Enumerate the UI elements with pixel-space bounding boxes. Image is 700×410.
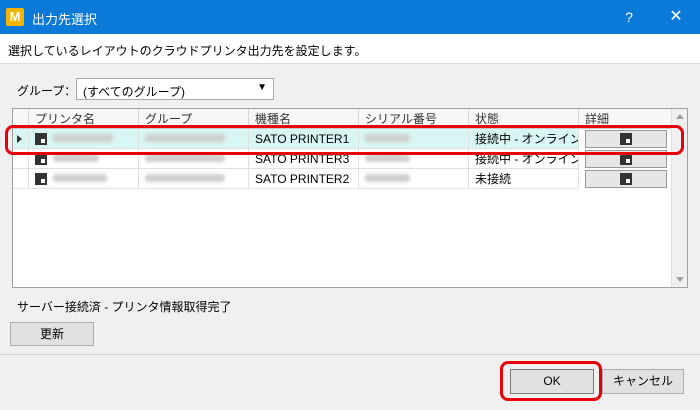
printer-icon: [35, 133, 47, 145]
redacted-group: [145, 134, 225, 142]
dialog-footer: [0, 354, 700, 410]
redacted-name: [53, 134, 113, 142]
column-header-detail[interactable]: 詳細: [579, 109, 671, 129]
column-header-printer-name[interactable]: プリンタ名: [29, 109, 139, 129]
vertical-scrollbar[interactable]: [671, 109, 687, 287]
printer-icon: [620, 153, 632, 165]
printer-name-cell: [29, 129, 139, 149]
column-header-status[interactable]: 状態: [469, 109, 579, 129]
redacted-group: [145, 174, 225, 182]
close-button[interactable]: ✕: [652, 0, 700, 34]
printer-icon: [35, 153, 47, 165]
redacted-serial: [365, 174, 410, 182]
ok-button[interactable]: OK: [510, 369, 594, 394]
refresh-button[interactable]: 更新: [10, 322, 94, 346]
printer-table: プリンタ名 グループ 機種名 シリアル番号 状態 詳細 SATO PRINTER…: [12, 108, 688, 288]
group-select[interactable]: (すべてのグループ) ▼: [76, 78, 274, 100]
group-label: グループ：: [17, 84, 77, 98]
help-button[interactable]: ?: [606, 0, 652, 34]
cancel-button[interactable]: キャンセル: [602, 369, 684, 394]
row-selector[interactable]: [13, 149, 29, 169]
redacted-group: [145, 154, 225, 162]
row-selector[interactable]: [13, 129, 29, 149]
scroll-up-icon[interactable]: [676, 114, 684, 119]
group-cell: [139, 169, 249, 189]
serial-cell: [359, 169, 469, 189]
detail-button[interactable]: [585, 130, 667, 148]
column-header-model[interactable]: 機種名: [249, 109, 359, 129]
serial-cell: [359, 149, 469, 169]
row-header-corner: [13, 109, 29, 129]
printer-icon: [620, 173, 632, 185]
serial-cell: [359, 129, 469, 149]
window-title: 出力先選択: [32, 12, 98, 27]
group-select-value: (すべてのグループ): [83, 85, 185, 99]
column-header-group[interactable]: グループ: [139, 109, 249, 129]
status-cell: 接続中 - オンライン: [469, 149, 579, 169]
printer-icon: [620, 133, 632, 145]
detail-button[interactable]: [585, 150, 667, 168]
group-cell: [139, 129, 249, 149]
status-cell: 接続中 - オンライン: [469, 129, 579, 149]
redacted-name: [53, 154, 99, 162]
chevron-down-icon: ▼: [257, 82, 267, 93]
printer-name-cell: [29, 149, 139, 169]
row-pointer-icon: [17, 135, 22, 143]
redacted-name: [53, 174, 107, 182]
title-bar: M 出力先選択 ? ✕: [0, 0, 700, 34]
row-selector[interactable]: [13, 169, 29, 189]
table-row[interactable]: SATO PRINTER1 接続中 - オンライン: [13, 129, 687, 149]
printer-icon: [35, 173, 47, 185]
model-cell: SATO PRINTER1: [249, 129, 359, 149]
status-cell: 未接続: [469, 169, 579, 189]
model-cell: SATO PRINTER3: [249, 149, 359, 169]
connection-status-text: サーバー接続済 - プリンタ情報取得完了: [17, 300, 232, 314]
detail-button[interactable]: [585, 170, 667, 188]
model-cell: SATO PRINTER2: [249, 169, 359, 189]
redacted-serial: [365, 134, 410, 142]
column-header-serial[interactable]: シリアル番号: [359, 109, 469, 129]
group-cell: [139, 149, 249, 169]
printer-name-cell: [29, 169, 139, 189]
table-row[interactable]: SATO PRINTER3 接続中 - オンライン: [13, 149, 687, 169]
scroll-down-icon[interactable]: [676, 277, 684, 282]
table-header: プリンタ名 グループ 機種名 シリアル番号 状態 詳細: [13, 109, 687, 129]
redacted-serial: [365, 154, 410, 162]
table-row[interactable]: SATO PRINTER2 未接続: [13, 169, 687, 189]
description-band: 選択しているレイアウトのクラウドプリンタ出力先を設定します。: [0, 34, 700, 64]
description-text: 選択しているレイアウトのクラウドプリンタ出力先を設定します。: [8, 44, 367, 58]
app-logo-icon: M: [6, 8, 24, 26]
